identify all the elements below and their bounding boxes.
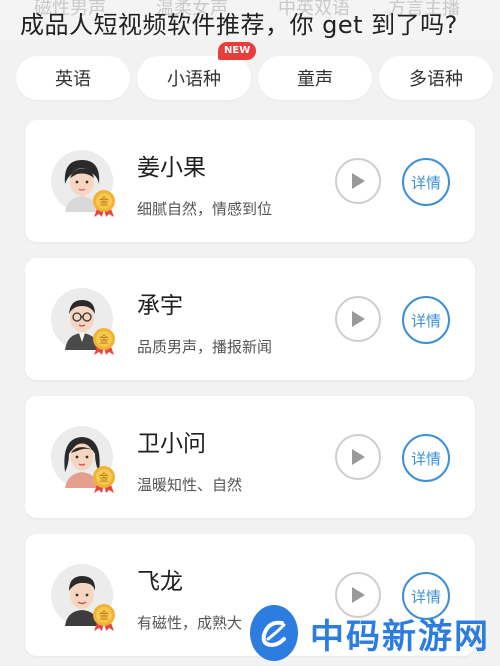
new-badge: NEW [218, 42, 257, 60]
play-button[interactable] [335, 158, 381, 204]
voice-name: 承宇 [137, 293, 183, 319]
voice-name: 飞龙 [137, 569, 183, 595]
gold-medal-icon: 金 [93, 328, 115, 355]
gold-medal-icon: 金 [93, 604, 115, 631]
voice-description: 细腻自然，情感到位 [137, 200, 273, 218]
gold-medal-icon: 金 [93, 466, 115, 493]
medal-label: 金 [99, 195, 109, 208]
tab-child-voice[interactable]: 童声 [258, 56, 372, 100]
tab-english[interactable]: 英语 [16, 56, 130, 100]
voice-name: 卫小问 [137, 431, 206, 457]
medal-label: 金 [99, 609, 109, 622]
voice-card[interactable]: 金 卫小问 温暖知性、自然 详情 [25, 396, 475, 518]
play-button[interactable] [335, 434, 381, 480]
voice-description: 温暖知性、自然 [137, 476, 243, 494]
language-tabs: 英语 小语种 童声 多语种 [0, 56, 500, 102]
voice-description: 有磁性，成熟大 [137, 614, 243, 632]
avatar: 金 [51, 288, 115, 355]
detail-button[interactable]: 详情 [402, 158, 450, 206]
voice-card[interactable]: 金 姜小果 细腻自然，情感到位 详情 [25, 120, 475, 242]
play-button[interactable] [335, 296, 381, 342]
tab-multi-language[interactable]: 多语种 [379, 56, 493, 100]
voice-name: 姜小果 [137, 155, 206, 181]
site-watermark: 中码新游网 [250, 604, 490, 662]
watermark-logo-icon [250, 605, 298, 661]
tab-minor-languages[interactable]: 小语种 [137, 56, 251, 100]
play-icon [352, 587, 365, 603]
avatar: 金 [51, 564, 115, 631]
watermark-text: 中码新游网 [310, 616, 490, 657]
avatar: 金 [51, 426, 115, 493]
voice-description: 品质男声，播报新闻 [137, 338, 273, 356]
detail-button[interactable]: 详情 [402, 296, 450, 344]
play-icon [352, 173, 365, 189]
detail-button[interactable]: 详情 [402, 434, 450, 482]
voice-card[interactable]: 金 承宇 品质男声，播报新闻 详情 [25, 258, 475, 380]
play-icon [352, 449, 365, 465]
medal-label: 金 [99, 471, 109, 484]
avatar: 金 [51, 150, 115, 217]
play-icon [352, 311, 365, 327]
medal-label: 金 [99, 333, 109, 346]
gold-medal-icon: 金 [93, 190, 115, 217]
page-headline: 成品人短视频软件推荐，你 get 到了吗? [20, 11, 458, 39]
